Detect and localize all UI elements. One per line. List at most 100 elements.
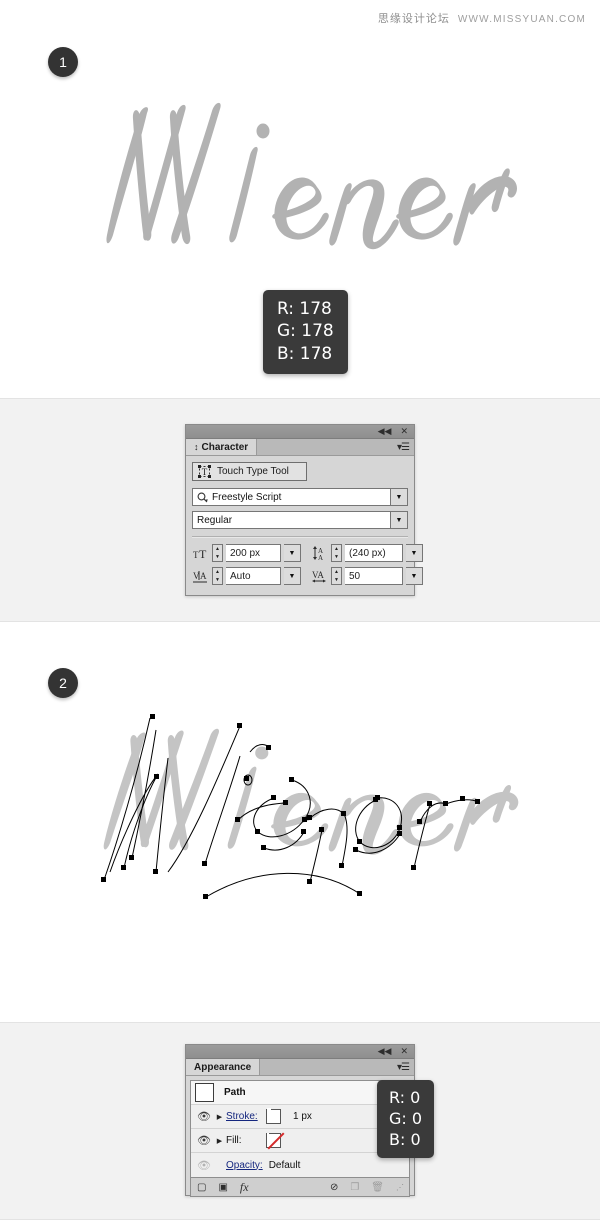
close-icon[interactable]: ✕ (400, 1047, 408, 1056)
fill-color-swatch[interactable] (266, 1133, 281, 1148)
stroke-weight-value[interactable]: 1 px (293, 1111, 312, 1122)
panel-menu-icon[interactable]: ▾☰ (397, 442, 410, 453)
appearance-panel-tabbar[interactable]: Appearance ▾☰ (186, 1059, 414, 1076)
metrics-col-right: AA ▲ ▼ (240 px) ▼ VA ▲ ▼ 50 ▼ (311, 544, 423, 590)
svg-text:T: T (199, 547, 207, 560)
expand-triangle-icon[interactable]: ▶ (213, 1113, 226, 1121)
font-style-dropdown[interactable]: ▼ (391, 511, 408, 529)
rgb-b: B: 0 (389, 1130, 421, 1150)
kerning-input[interactable]: Auto (226, 567, 281, 585)
leading-icon: AA (311, 545, 328, 562)
tracking-stepper[interactable]: ▲ ▼ (331, 567, 342, 585)
panel-menu-icon[interactable]: ▾☰ (397, 1062, 410, 1073)
appearance-panel-titlebar[interactable]: ◀◀ ✕ (186, 1045, 414, 1059)
touch-type-tool-label: Touch Type Tool (217, 466, 289, 477)
script-artwork-outlined (88, 700, 528, 915)
character-panel-tabbar[interactable]: ↕ Character ▾☰ (186, 439, 414, 456)
font-size-input[interactable]: 200 px (226, 544, 281, 562)
stroke-label[interactable]: Stroke: (226, 1111, 260, 1122)
step-badge-1: 1 (48, 47, 78, 77)
tab-grip-icon: ↕ (194, 442, 199, 452)
svg-text:A: A (318, 554, 323, 560)
rgb-g: G: 0 (389, 1109, 423, 1129)
watermark-url: WWW.MISSYUAN.COM (457, 14, 586, 25)
path-label: Path (224, 1087, 246, 1098)
kerning-dropdown[interactable]: ▼ (284, 567, 301, 585)
font-style-value: Regular (197, 514, 233, 526)
close-icon[interactable]: ✕ (400, 427, 408, 436)
watermark-cn: 思缘设计论坛 (377, 12, 450, 25)
tutorial-page: 思缘设计论坛 WWW.MISSYUAN.COM 1 2 R: 178 G: 17… (0, 0, 600, 1220)
opacity-label[interactable]: Opacity: (226, 1160, 263, 1171)
script-artwork-plain (85, 95, 525, 265)
leading-stepper[interactable]: ▲ ▼ (331, 544, 342, 562)
character-panel-body: T Touch Type Tool Freestyle Script ▼ Reg… (186, 456, 423, 596)
rgb-r: R: 178 (277, 299, 332, 319)
character-panel[interactable]: ◀◀ ✕ ↕ Character ▾☰ T Touch Type Tool Fr… (185, 424, 423, 596)
wiener-script-svg (106, 102, 517, 250)
tracking-input[interactable]: 50 (345, 567, 403, 585)
tracking-dropdown[interactable]: ▼ (406, 567, 423, 585)
tabbar-rest: ▾☰ (257, 439, 414, 455)
appearance-row-opacity[interactable]: 👁 Opacity: Default (191, 1153, 409, 1177)
tab-character[interactable]: ↕ Character (186, 439, 258, 455)
search-icon (197, 492, 208, 502)
add-effect-fx-button[interactable]: fx (240, 1180, 249, 1195)
rgb-g: G: 178 (277, 321, 334, 342)
stroke-color-swatch[interactable] (266, 1108, 281, 1124)
wiener-path-svg (101, 714, 519, 899)
svg-text:A: A (200, 571, 207, 581)
font-family-input[interactable]: Freestyle Script (192, 488, 391, 506)
font-family-row[interactable]: Freestyle Script ▼ (192, 488, 408, 506)
add-new-stroke-button[interactable]: ▢ (197, 1182, 206, 1193)
font-size-row[interactable]: TT ▲ ▼ 200 px ▼ (192, 544, 301, 562)
collapse-icon[interactable]: ◀◀ (378, 427, 392, 436)
step-badge-2: 2 (48, 668, 78, 698)
collapse-icon[interactable]: ◀◀ (378, 1047, 392, 1056)
kerning-icon: VA (192, 568, 209, 585)
svg-text:T: T (202, 467, 208, 477)
leading-dropdown[interactable]: ▼ (406, 544, 423, 562)
font-family-dropdown[interactable]: ▼ (391, 488, 408, 506)
font-family-value: Freestyle Script (212, 491, 282, 503)
leading-input[interactable]: (240 px) (345, 544, 403, 562)
visibility-eye-icon[interactable]: 👁 (195, 1134, 213, 1147)
font-style-row[interactable]: Regular ▼ (192, 511, 408, 529)
kerning-row[interactable]: VA ▲ ▼ Auto ▼ (192, 567, 301, 585)
panel-divider (192, 536, 408, 538)
tab-appearance-label: Appearance (194, 1061, 252, 1073)
rgb-readout-stroke-color: R: 0 G: 0 B: 0 (377, 1080, 435, 1159)
kerning-stepper[interactable]: ▲ ▼ (212, 567, 223, 585)
watermark: 思缘设计论坛 WWW.MISSYUAN.COM (378, 10, 586, 26)
visibility-eye-icon[interactable]: 👁 (195, 1159, 213, 1172)
tracking-icon: VA (311, 568, 328, 585)
appearance-panel-footer: ▢ ▣ fx ⊘ ❐ 🗑 ⋰ (190, 1178, 410, 1197)
font-size-icon: TT (192, 545, 209, 562)
tab-appearance[interactable]: Appearance (186, 1059, 261, 1075)
font-style-input[interactable]: Regular (192, 511, 391, 529)
expand-triangle-icon[interactable]: ▶ (213, 1137, 226, 1145)
path-thumbnail (195, 1083, 214, 1102)
fill-label[interactable]: Fill: (226, 1135, 260, 1146)
tracking-row[interactable]: VA ▲ ▼ 50 ▼ (311, 567, 423, 585)
touch-type-tool-icon: T (198, 465, 211, 478)
metrics-col-left: TT ▲ ▼ 200 px ▼ VA ▲ ▼ Auto ▼ (192, 544, 301, 590)
character-panel-titlebar[interactable]: ◀◀ ✕ (186, 425, 414, 439)
resize-grip-icon[interactable]: ⋰ (396, 1183, 404, 1192)
rgb-readout-text-color: R: 178 G: 178 B: 178 (263, 290, 348, 375)
tabbar-rest: ▾☰ (260, 1059, 414, 1075)
tab-character-label: Character (201, 441, 249, 453)
font-size-dropdown[interactable]: ▼ (284, 544, 301, 562)
duplicate-item-button[interactable]: ❐ (350, 1182, 359, 1193)
svg-text:VA: VA (312, 570, 324, 580)
visibility-eye-icon[interactable]: 👁 (195, 1110, 213, 1123)
touch-type-tool-button[interactable]: T Touch Type Tool (192, 462, 307, 481)
rgb-b: B: 178 (277, 343, 333, 364)
delete-item-button[interactable]: 🗑 (371, 1182, 384, 1193)
add-new-fill-button[interactable]: ▣ (218, 1182, 227, 1193)
leading-row[interactable]: AA ▲ ▼ (240 px) ▼ (311, 544, 423, 562)
rgb-r: R: 0 (389, 1088, 421, 1107)
opacity-value[interactable]: Default (269, 1160, 301, 1171)
clear-appearance-button[interactable]: ⊘ (330, 1182, 338, 1193)
font-size-stepper[interactable]: ▲ ▼ (212, 544, 223, 562)
